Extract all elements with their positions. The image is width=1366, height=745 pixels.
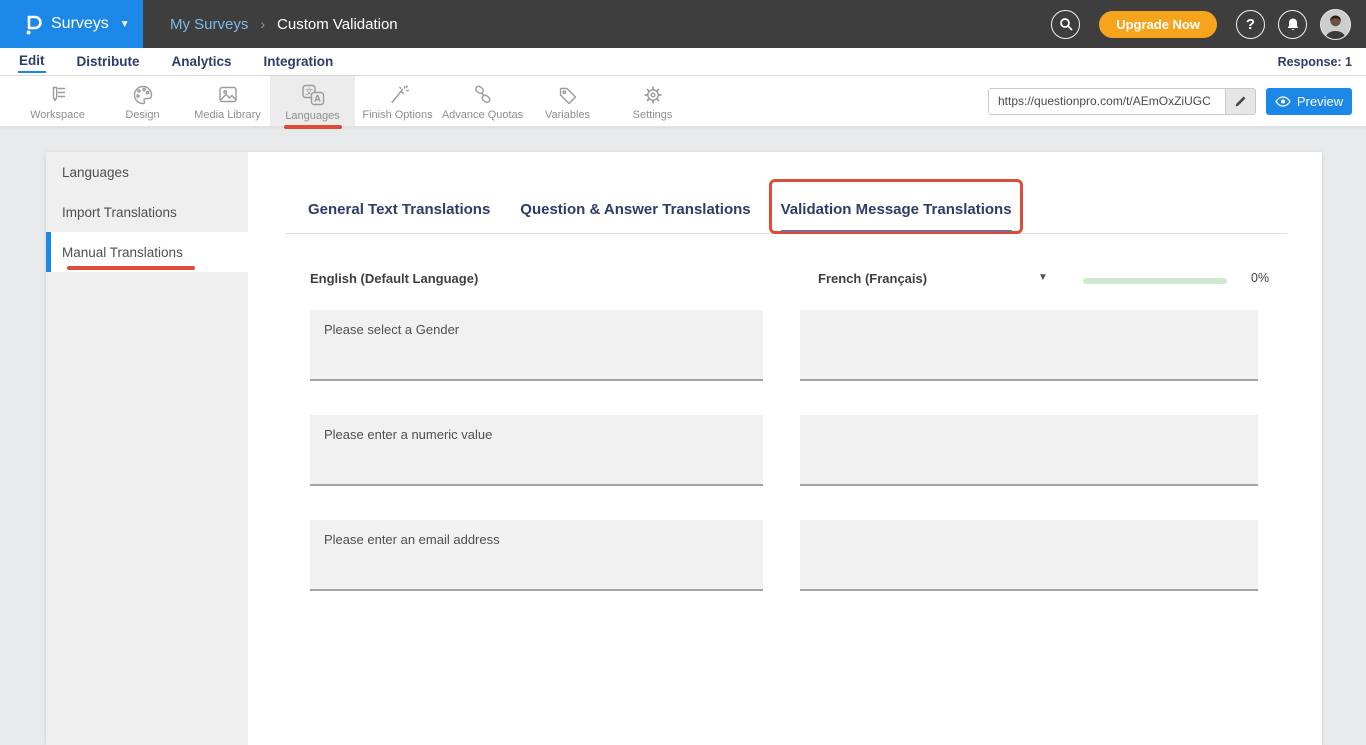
annotation-underline-languages [284,125,342,129]
translation-tabs: General Text Translations Question & Ans… [285,189,1287,234]
sidebar-item-label: Import Translations [62,205,177,220]
tab-validation-message-translations[interactable]: Validation Message Translations [781,189,1012,233]
palette-icon [131,84,155,106]
header-actions: Upgrade Now ? [1051,0,1366,48]
translation-progress-bar [1083,278,1227,284]
user-photo-icon [1321,10,1350,39]
page-title: Custom Validation [277,16,398,33]
questionpro-logo-icon [22,11,42,37]
upgrade-now-button[interactable]: Upgrade Now [1099,11,1217,38]
workspace-icon [46,84,70,106]
target-textarea-email[interactable] [800,520,1258,591]
preview-label: Preview [1297,94,1343,109]
tab-edit[interactable]: Edit [18,50,46,73]
tab-integration[interactable]: Integration [263,51,335,72]
chain-links-icon [471,84,495,106]
toolbar-item-label: Media Library [194,109,261,121]
tab-general-text-translations[interactable]: General Text Translations [308,189,490,233]
annotation-underline-manual-translations [67,266,195,270]
toolbar-item-advance-quotas[interactable]: Advance Quotas [440,76,525,126]
breadcrumb-parent-link[interactable]: My Surveys [170,16,248,33]
toolbar-item-workspace[interactable]: Workspace [15,76,100,126]
target-language-dropdown[interactable]: French (Français) [818,271,927,286]
avatar[interactable] [1320,9,1351,40]
source-language-header: English (Default Language) [310,271,478,286]
sidebar-item-label: Manual Translations [62,245,183,260]
toolbar-item-settings[interactable]: Settings [610,76,695,126]
edit-url-button[interactable] [1225,89,1255,114]
search-button[interactable] [1051,10,1080,39]
toolbar-item-label: Variables [545,109,590,121]
sidebar-item-label: Languages [62,165,129,180]
toolbar-item-label: Advance Quotas [442,109,523,121]
translate-icon: 文 A [300,83,326,107]
image-icon [216,84,240,106]
tab-question-answer-translations[interactable]: Question & Answer Translations [520,189,750,233]
edit-toolbar: Workspace Design Media Library 文 A Langu… [0,76,1366,127]
tab-analytics[interactable]: Analytics [171,51,233,72]
toolbar-item-label: Workspace [30,109,85,121]
source-text-numeric: Please enter a numeric value [310,415,763,486]
search-icon [1059,17,1073,31]
magic-wand-icon [386,84,410,106]
translation-progress-percent: 0% [1251,271,1269,285]
breadcrumb: My Surveys › Custom Validation [143,0,398,48]
toolbar-item-label: Languages [285,110,339,122]
languages-panel: Languages Import Translations Manual Tra… [46,152,1322,745]
toolbar-item-label: Design [125,109,159,121]
toolbar-item-variables[interactable]: Variables [525,76,610,126]
bell-icon [1286,17,1300,32]
tag-icon [556,84,580,106]
top-header: Surveys ▼ My Surveys › Custom Validation… [0,0,1366,48]
target-textarea-numeric[interactable] [800,415,1258,486]
source-text-gender: Please select a Gender [310,310,763,381]
sidebar-item-import-translations[interactable]: Import Translations [46,192,248,232]
sidebar-item-languages[interactable]: Languages [46,152,248,192]
help-button[interactable]: ? [1236,10,1265,39]
tab-label: Validation Message Translations [781,201,1012,218]
survey-url-box [988,88,1256,115]
tab-distribute[interactable]: Distribute [76,51,141,72]
pencil-icon [1234,95,1247,108]
toolbar-item-label: Settings [633,109,673,121]
toolbar-right: Preview [988,76,1366,126]
notifications-button[interactable] [1278,10,1307,39]
toolbar-item-label: Finish Options [362,109,432,121]
toolbar-item-finish-options[interactable]: Finish Options [355,76,440,126]
preview-button[interactable]: Preview [1266,88,1352,115]
eye-icon [1275,96,1291,107]
svg-text:A: A [314,94,321,104]
chevron-down-icon: ▼ [120,19,130,30]
survey-nav: Edit Distribute Analytics Integration Re… [0,48,1366,76]
translations-content: General Text Translations Question & Ans… [248,152,1322,745]
response-count: Response: 1 [1278,55,1366,69]
app-menu[interactable]: Surveys ▼ [0,0,143,48]
toolbar-item-languages[interactable]: 文 A Languages [270,76,355,126]
chevron-down-icon[interactable]: ▼ [1038,272,1048,283]
sidebar-item-manual-translations[interactable]: Manual Translations [46,232,248,272]
languages-sidebar: Languages Import Translations Manual Tra… [46,152,248,745]
toolbar-item-design[interactable]: Design [100,76,185,126]
help-icon: ? [1246,16,1255,33]
toolbar-item-media-library[interactable]: Media Library [185,76,270,126]
app-menu-label: Surveys [51,15,109,33]
survey-url-input[interactable] [989,89,1225,114]
source-text-email: Please enter an email address [310,520,763,591]
gear-icon [641,84,665,106]
target-textarea-gender[interactable] [800,310,1258,381]
breadcrumb-separator-icon: › [260,16,265,32]
